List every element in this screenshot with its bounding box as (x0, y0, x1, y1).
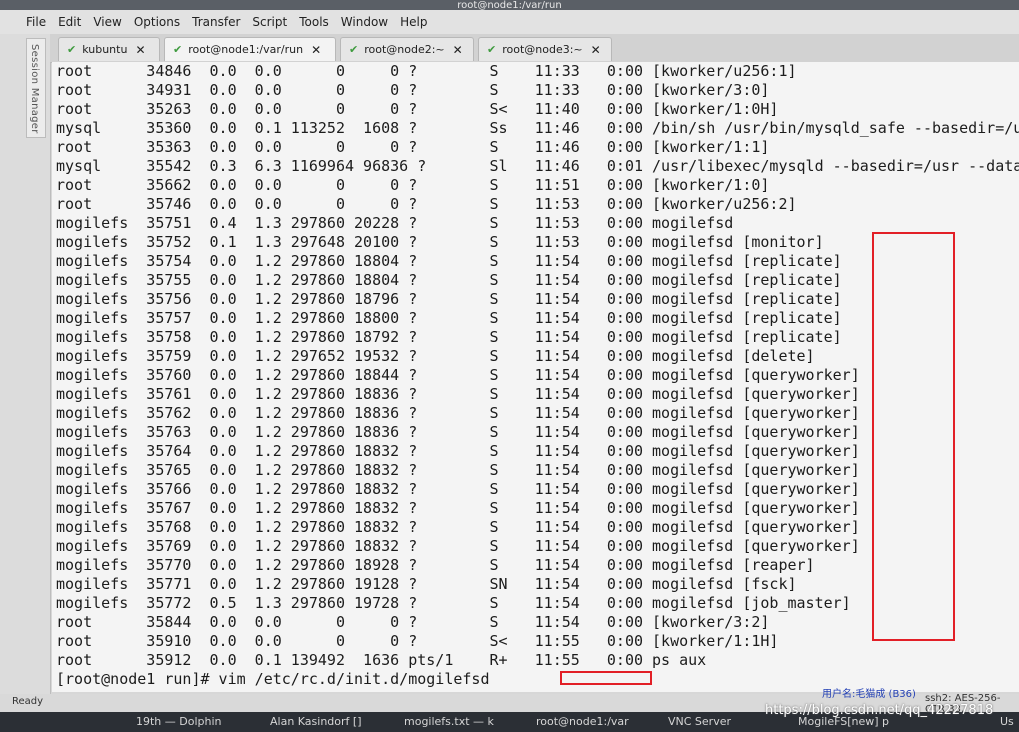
menu-bar: File Edit View Options Transfer Script T… (0, 10, 1019, 34)
tab-label: kubuntu (82, 43, 128, 56)
terminal-line: mogilefs 35755 0.0 1.2 297860 18804 ? S … (56, 271, 842, 289)
connected-check-icon: ✔ (67, 43, 77, 56)
connected-check-icon: ✔ (173, 43, 183, 56)
tab-label: root@node3:~ (502, 43, 583, 56)
terminal-line: mysql 35542 0.3 6.3 1169964 96836 ? Sl 1… (56, 157, 1019, 175)
connected-check-icon: ✔ (487, 43, 497, 56)
terminal-line: mogilefs 35767 0.0 1.2 297860 18832 ? S … (56, 499, 860, 517)
watermark: https://blog.csdn.net/qq_42227818 (765, 703, 994, 718)
connected-check-icon: ✔ (349, 43, 359, 56)
terminal-line: mogilefs 35752 0.1 1.3 297648 20100 ? S … (56, 233, 824, 251)
tab-label: root@node2:~ (364, 43, 445, 56)
session-tab-bar: ✔ kubuntu ✕ ✔ root@node1:/var/run ✕ ✔ ro… (50, 34, 1019, 63)
terminal-line: root 35363 0.0 0.0 0 0 ? S 11:46 0:00 [k… (56, 138, 770, 156)
terminal-line: mogilefs 35770 0.0 1.2 297860 18928 ? S … (56, 556, 815, 574)
status-user: 用户名:毛猫成 (B36) (822, 689, 916, 700)
terminal-line: mogilefs 35768 0.0 1.2 297860 18832 ? S … (56, 518, 860, 536)
terminal-line: mogilefs 35764 0.0 1.2 297860 18832 ? S … (56, 442, 860, 460)
terminal-line: mogilefs 35765 0.0 1.2 297860 18832 ? S … (56, 461, 860, 479)
task-browser[interactable]: Alan Kasindorf [] (270, 712, 362, 732)
terminal-line: root 34931 0.0 0.0 0 0 ? S 11:33 0:00 [k… (56, 81, 770, 99)
tab-node3[interactable]: ✔ root@node3:~ ✕ (478, 37, 612, 61)
terminal-line: mogilefs 35766 0.0 1.2 297860 18832 ? S … (56, 480, 860, 498)
session-manager-label: Session Manager (29, 44, 40, 134)
terminal-line: mogilefs 35761 0.0 1.2 297860 18836 ? S … (56, 385, 860, 403)
terminal-line: mogilefs 35772 0.5 1.3 297860 19728 ? S … (56, 594, 851, 612)
terminal-line: mysql 35360 0.0 0.1 113252 1608 ? Ss 11:… (56, 119, 1019, 137)
tab-kubuntu[interactable]: ✔ kubuntu ✕ (58, 37, 160, 61)
terminal-line: mogilefs 35762 0.0 1.2 297860 18836 ? S … (56, 404, 860, 422)
terminal-line: mogilefs 35757 0.0 1.2 297860 18800 ? S … (56, 309, 842, 327)
close-icon[interactable]: ✕ (311, 43, 321, 57)
terminal-line: mogilefs 35758 0.0 1.2 297860 18792 ? S … (56, 328, 842, 346)
terminal-line: root 35662 0.0 0.0 0 0 ? S 11:51 0:00 [k… (56, 176, 770, 194)
menu-transfer[interactable]: Transfer (192, 15, 240, 29)
terminal-line: mogilefs 35763 0.0 1.2 297860 18836 ? S … (56, 423, 860, 441)
securecrt-window: root@node1:/var/run File Edit View Optio… (0, 0, 1019, 732)
terminal-line: root 35844 0.0 0.0 0 0 ? S 11:54 0:00 [k… (56, 613, 770, 631)
terminal-line: mogilefs 35760 0.0 1.2 297860 18844 ? S … (56, 366, 860, 384)
tab-node2[interactable]: ✔ root@node2:~ ✕ (340, 37, 474, 61)
terminal-prompt-line[interactable]: [root@node1 run]# vim /etc/rc.d/init.d/m… (56, 670, 489, 689)
menu-tools[interactable]: Tools (299, 15, 329, 29)
highlight-box-column (872, 232, 955, 641)
close-icon[interactable]: ✕ (453, 43, 463, 57)
menu-options[interactable]: Options (134, 15, 180, 29)
tab-label: root@node1:/var/run (188, 43, 304, 56)
close-icon[interactable]: ✕ (591, 43, 601, 57)
tab-node1[interactable]: ✔ root@node1:/var/run ✕ (164, 37, 336, 61)
task-us[interactable]: Us (1000, 712, 1014, 732)
terminal-line: mogilefs 35751 0.4 1.3 297860 20228 ? S … (56, 214, 734, 232)
terminal-line: root 34846 0.0 0.0 0 0 ? S 11:33 0:00 [k… (56, 62, 797, 80)
menu-help[interactable]: Help (400, 15, 427, 29)
menu-view[interactable]: View (93, 15, 121, 29)
task-terminal[interactable]: root@node1:/var (536, 712, 629, 732)
terminal-line: root 35912 0.0 0.1 139492 1636 pts/1 R+ … (56, 651, 707, 669)
highlight-box-cursor (560, 671, 652, 685)
terminal-line: mogilefs 35754 0.0 1.2 297860 18804 ? S … (56, 252, 842, 270)
terminal-line: mogilefs 35769 0.0 1.2 297860 18832 ? S … (56, 537, 860, 555)
terminal-line: mogilefs 35759 0.0 1.2 297652 19532 ? S … (56, 347, 815, 365)
task-dolphin[interactable]: 19th — Dolphin (136, 712, 222, 732)
terminal-line: mogilefs 35771 0.0 1.2 297860 19128 ? SN… (56, 575, 797, 593)
terminal-line: root 35910 0.0 0.0 0 0 ? S< 11:55 0:00 [… (56, 632, 779, 650)
menu-file[interactable]: File (26, 15, 46, 29)
terminal-line: root 35746 0.0 0.0 0 0 ? S 11:53 0:00 [k… (56, 195, 797, 213)
menu-window[interactable]: Window (341, 15, 388, 29)
terminal-line: mogilefs 35756 0.0 1.2 297860 18796 ? S … (56, 290, 842, 308)
menu-script[interactable]: Script (252, 15, 287, 29)
terminal-line: root 35263 0.0 0.0 0 0 ? S< 11:40 0:00 [… (56, 100, 779, 118)
menu-edit[interactable]: Edit (58, 15, 81, 29)
status-ready: Ready (12, 696, 44, 707)
task-vnc[interactable]: VNC Server (668, 712, 731, 732)
task-kate[interactable]: mogilefs.txt — k (404, 712, 494, 732)
close-icon[interactable]: ✕ (135, 43, 145, 57)
